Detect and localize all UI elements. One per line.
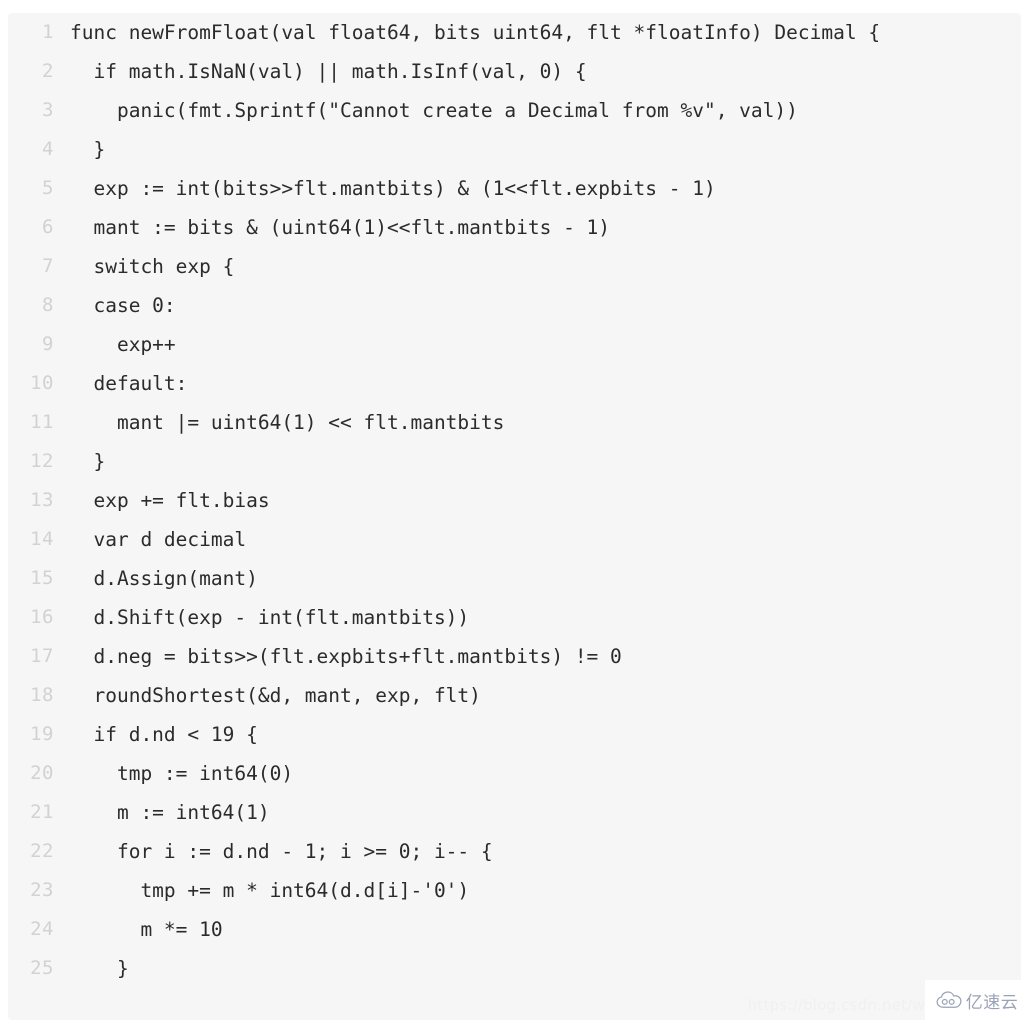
code-line: 4 } <box>8 130 1021 169</box>
code-line: 2 if math.IsNaN(val) || math.IsInf(val, … <box>8 52 1021 91</box>
code-line: 12 } <box>8 442 1021 481</box>
code-line-text: if d.nd < 19 { <box>70 723 258 746</box>
cloud-icon <box>936 990 962 1010</box>
line-number: 6 <box>42 216 54 238</box>
code-line-text: } <box>70 138 106 161</box>
code-line: 16 d.Shift(exp - int(flt.mantbits)) <box>8 598 1021 637</box>
code-line-text: default: <box>70 372 188 395</box>
code-line: 3 panic(fmt.Sprintf("Cannot create a Dec… <box>8 91 1021 130</box>
code-line-text: tmp := int64(0) <box>70 762 294 785</box>
line-number: 10 <box>30 372 54 394</box>
line-number: 24 <box>30 918 54 940</box>
code-line-text: mant := bits & (uint64(1)<<flt.mantbits … <box>70 216 611 239</box>
code-line-text: for i := d.nd - 1; i >= 0; i-- { <box>70 840 493 863</box>
code-line-text: if math.IsNaN(val) || math.IsInf(val, 0)… <box>70 60 587 83</box>
code-line-text: } <box>70 957 129 980</box>
line-number: 17 <box>30 645 54 667</box>
code-line: 15 d.Assign(mant) <box>8 559 1021 598</box>
code-block[interactable]: 1 func newFromFloat(val float64, bits uin… <box>8 13 1021 1020</box>
code-line-text: roundShortest(&d, mant, exp, flt) <box>70 684 481 707</box>
code-line-text: exp += flt.bias <box>70 489 270 512</box>
code-line-text: d.Assign(mant) <box>70 567 258 590</box>
line-number: 4 <box>42 138 54 160</box>
line-number: 11 <box>30 411 54 433</box>
code-line: 25 } <box>8 949 1021 988</box>
line-number: 18 <box>30 684 54 706</box>
code-line-text: tmp += m * int64(d.d[i]-'0') <box>70 879 470 902</box>
line-number: 7 <box>42 255 54 277</box>
code-line: 9 exp++ <box>8 325 1021 364</box>
code-line: 20 tmp := int64(0) <box>8 754 1021 793</box>
code-line: 18 roundShortest(&d, mant, exp, flt) <box>8 676 1021 715</box>
code-line: 24 m *= 10 <box>8 910 1021 949</box>
code-line-text: panic(fmt.Sprintf("Cannot create a Decim… <box>70 99 798 122</box>
line-number: 1 <box>42 21 54 43</box>
code-line-text: var d decimal <box>70 528 247 551</box>
code-line: 13 exp += flt.bias <box>8 481 1021 520</box>
code-line: 1 func newFromFloat(val float64, bits uin… <box>8 13 1021 52</box>
line-number: 25 <box>30 957 54 979</box>
line-number: 14 <box>30 528 54 550</box>
code-line-text: d.Shift(exp - int(flt.mantbits)) <box>70 606 470 629</box>
code-lines-container: 1 func newFromFloat(val float64, bits uin… <box>8 13 1021 988</box>
code-line: 23 tmp += m * int64(d.d[i]-'0') <box>8 871 1021 910</box>
line-number: 22 <box>30 840 54 862</box>
line-number: 19 <box>30 723 54 745</box>
code-line: 11 mant |= uint64(1) << flt.mantbits <box>8 403 1021 442</box>
line-number: 2 <box>42 60 54 82</box>
code-line: 17 d.neg = bits>>(flt.expbits+flt.mantbi… <box>8 637 1021 676</box>
code-line-text: mant |= uint64(1) << flt.mantbits <box>70 411 505 434</box>
line-number: 21 <box>30 801 54 823</box>
code-line-text: m *= 10 <box>70 918 223 941</box>
line-number: 5 <box>42 177 54 199</box>
line-number: 20 <box>30 762 54 784</box>
code-line: 8 case 0: <box>8 286 1021 325</box>
code-line-text: m := int64(1) <box>70 801 270 824</box>
code-line: 10 default: <box>8 364 1021 403</box>
line-number: 15 <box>30 567 54 589</box>
line-number: 16 <box>30 606 54 628</box>
brand-badge: 亿速云 <box>925 980 1029 1020</box>
line-number: 12 <box>30 450 54 472</box>
code-line: 5 exp := int(bits>>flt.mantbits) & (1<<f… <box>8 169 1021 208</box>
line-number: 23 <box>30 879 54 901</box>
code-line-text: switch exp { <box>70 255 235 278</box>
code-line: 19 if d.nd < 19 { <box>8 715 1021 754</box>
code-line: 6 mant := bits & (uint64(1)<<flt.mantbit… <box>8 208 1021 247</box>
code-line-text: exp++ <box>70 333 176 356</box>
code-line: 7 switch exp { <box>8 247 1021 286</box>
line-number: 9 <box>42 333 54 355</box>
code-line-text: exp := int(bits>>flt.mantbits) & (1<<flt… <box>70 177 716 200</box>
code-line: 14 var d decimal <box>8 520 1021 559</box>
code-line-text: case 0: <box>70 294 176 317</box>
line-number: 3 <box>42 99 54 121</box>
code-line: 21 m := int64(1) <box>8 793 1021 832</box>
brand-name-label: 亿速云 <box>965 992 1019 1013</box>
code-line-text: d.neg = bits>>(flt.expbits+flt.mantbits)… <box>70 645 622 668</box>
code-line-text: func newFromFloat(val float64, bits uint… <box>70 21 881 44</box>
line-number: 13 <box>30 489 54 511</box>
line-number: 8 <box>42 294 54 316</box>
code-line-text: } <box>70 450 106 473</box>
code-line: 22 for i := d.nd - 1; i >= 0; i-- { <box>8 832 1021 871</box>
